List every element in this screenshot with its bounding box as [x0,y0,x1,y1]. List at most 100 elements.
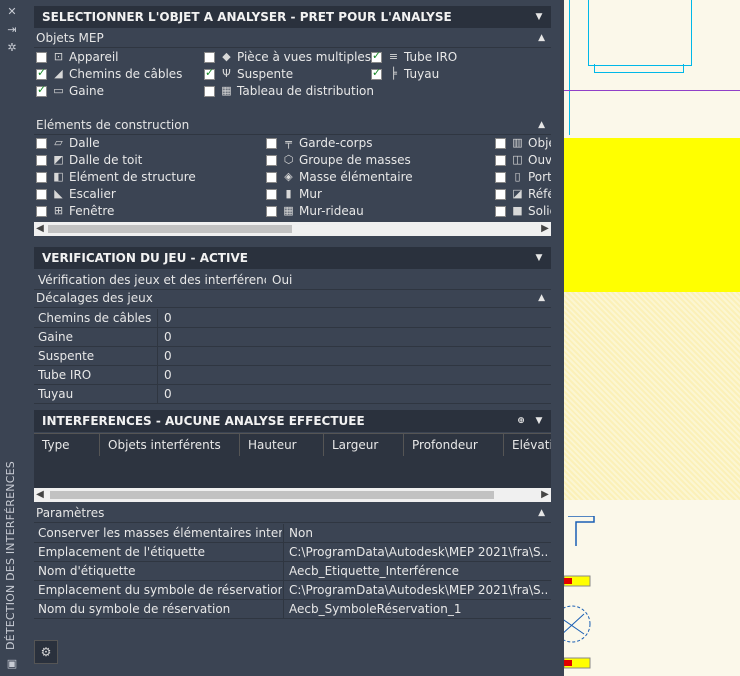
offset-row[interactable]: Gaine 0 [34,328,551,347]
col-elevation[interactable]: Elévation [504,434,551,456]
construction-item-label[interactable]: Ouve [528,153,551,167]
palette-menu-icon[interactable]: ▣ [6,658,18,670]
mep-item-label[interactable]: Chemins de câbles [69,67,182,81]
palette-title-strip[interactable]: ✕ ⇥ ✲ DÉTECTION DES INTERFÉRENCES ▣ [0,0,24,676]
scroll-right-icon[interactable]: ▶ [539,488,551,502]
chevron-up-icon[interactable]: ▲ [538,290,545,307]
mep-item-label[interactable]: Tuyau [404,67,439,81]
prop-value[interactable]: 0 [164,366,172,384]
offset-row[interactable]: Tube IRO 0 [34,366,551,385]
checkbox[interactable] [266,189,277,200]
chevron-up-icon[interactable]: ▲ [538,505,545,522]
construction-item-label[interactable]: Garde-corps [299,136,372,150]
mep-item-label[interactable]: Appareil [69,50,119,64]
checkbox[interactable] [204,66,215,80]
mep-item-label[interactable]: Tableau de distribution [237,84,374,98]
checkbox[interactable] [36,172,47,183]
construction-item-label[interactable]: Port [528,170,551,184]
checkbox[interactable] [36,155,47,166]
checkbox[interactable] [36,189,47,200]
prop-value[interactable]: 0 [164,309,172,327]
mep-item-label[interactable]: Tube IRO [404,50,457,64]
checkbox[interactable] [204,86,215,97]
checkbox[interactable] [266,172,277,183]
construction-item-label[interactable]: Escalier [69,187,116,201]
col-depth[interactable]: Profondeur [404,434,504,456]
chevron-down-icon[interactable]: ▼ [533,6,545,28]
prop-value[interactable]: 0 [164,385,172,403]
chevron-down-icon[interactable]: ▼ [533,410,545,432]
checkbox[interactable] [204,52,215,63]
prop-value[interactable]: C:\ProgramData\Autodesk\MEP 2021\fra\S..… [289,543,547,561]
zoom-icon[interactable]: ⊕ [515,410,527,432]
checkbox[interactable] [266,206,277,217]
checkbox[interactable] [495,155,506,166]
param-row[interactable]: Nom d'étiquette Aecb_Etiquette_Interféren… [34,562,551,581]
params-header[interactable]: Paramètres ▲ [34,505,551,523]
prop-value[interactable]: C:\ProgramData\Autodesk\MEP 2021\fra\S..… [289,581,547,599]
construction-item-label[interactable]: Obje [528,136,551,150]
select-section-header[interactable]: SELECTIONNER L'OBJET A ANALYSER - PRET P… [34,6,551,28]
param-row[interactable]: Emplacement du symbole de réservation C:\… [34,581,551,600]
construction-item-label[interactable]: Solid [528,204,551,218]
checkbox[interactable] [266,155,277,166]
construction-item-label[interactable]: Fenêtre [69,204,114,218]
construction-item-label[interactable]: Réfé [528,187,551,201]
col-width[interactable]: Largeur [324,434,404,456]
col-height[interactable]: Hauteur [240,434,324,456]
param-row[interactable]: Emplacement de l'étiquette C:\ProgramData… [34,543,551,562]
close-icon[interactable]: ✕ [6,6,18,18]
checkbox[interactable] [495,138,506,149]
construction-item-label[interactable]: Dalle [69,136,100,150]
param-row[interactable]: Conserver les masses élémentaires interf… [34,524,551,543]
mep-objects-header[interactable]: Objets MEP ▲ [34,30,551,48]
offset-row[interactable]: Chemins de câbles 0 [34,309,551,328]
scroll-left-icon[interactable]: ◀ [34,488,46,502]
construction-item-label[interactable]: Mur [299,187,322,201]
chevron-up-icon[interactable]: ▲ [538,30,545,47]
chevron-up-icon[interactable]: ▲ [538,117,545,134]
construction-item-label[interactable]: Dalle de toit [69,153,142,167]
properties-gear-icon[interactable]: ✲ [6,42,18,54]
checkbox[interactable] [36,52,47,63]
checkbox[interactable] [36,206,47,217]
construction-item-label[interactable]: Mur-rideau [299,204,364,218]
offsets-header[interactable]: Décalages des jeux ▲ [34,290,551,308]
checkbox[interactable] [36,83,47,97]
mep-item-label[interactable]: Gaine [69,84,104,98]
checkbox[interactable] [266,138,277,149]
drawing-canvas[interactable] [564,0,740,676]
prop-value[interactable]: Aecb_SymboleRéservation_1 [289,600,547,618]
construction-item-label[interactable]: Masse élémentaire [299,170,413,184]
checkbox[interactable] [495,172,506,183]
scroll-thumb[interactable] [48,225,292,233]
offset-row[interactable]: Suspente 0 [34,347,551,366]
scroll-right-icon[interactable]: ▶ [539,222,551,236]
checkbox[interactable] [36,138,47,149]
prop-value[interactable]: Oui [272,271,292,289]
prop-value[interactable]: 0 [164,347,172,365]
col-objects[interactable]: Objets interférents [100,434,240,456]
checkbox[interactable] [36,66,47,80]
construction-item-label[interactable]: Groupe de masses [299,153,411,167]
prop-value[interactable]: Non [289,524,547,542]
construction-scrollbar[interactable]: ◀ ▶ [34,222,551,236]
mep-item-label[interactable]: Pièce à vues multiples [237,50,371,64]
mep-item-label[interactable]: Suspente [237,67,293,81]
col-type[interactable]: Type [34,434,100,456]
prop-value[interactable]: Aecb_Etiquette_Interférence [289,562,547,580]
interf-section-header[interactable]: INTERFERENCES - AUCUNE ANALYSE EFFECTUEE… [34,410,551,432]
checkbox[interactable] [371,49,382,63]
jeu-check-row[interactable]: Vérification des jeux et des interférenc… [34,271,551,290]
construction-header[interactable]: Eléments de construction ▲ [34,117,551,135]
checkbox[interactable] [495,206,506,217]
checkbox[interactable] [495,189,506,200]
checkbox[interactable] [371,66,382,80]
run-analysis-button[interactable]: ⚙ [34,640,58,664]
scroll-thumb[interactable] [50,491,494,499]
offset-row[interactable]: Tuyau 0 [34,385,551,404]
prop-value[interactable]: 0 [164,328,172,346]
scroll-left-icon[interactable]: ◀ [34,222,46,236]
param-row[interactable]: Nom du symbole de réservation Aecb_Symbol… [34,600,551,619]
construction-item-label[interactable]: Elément de structure [69,170,196,184]
